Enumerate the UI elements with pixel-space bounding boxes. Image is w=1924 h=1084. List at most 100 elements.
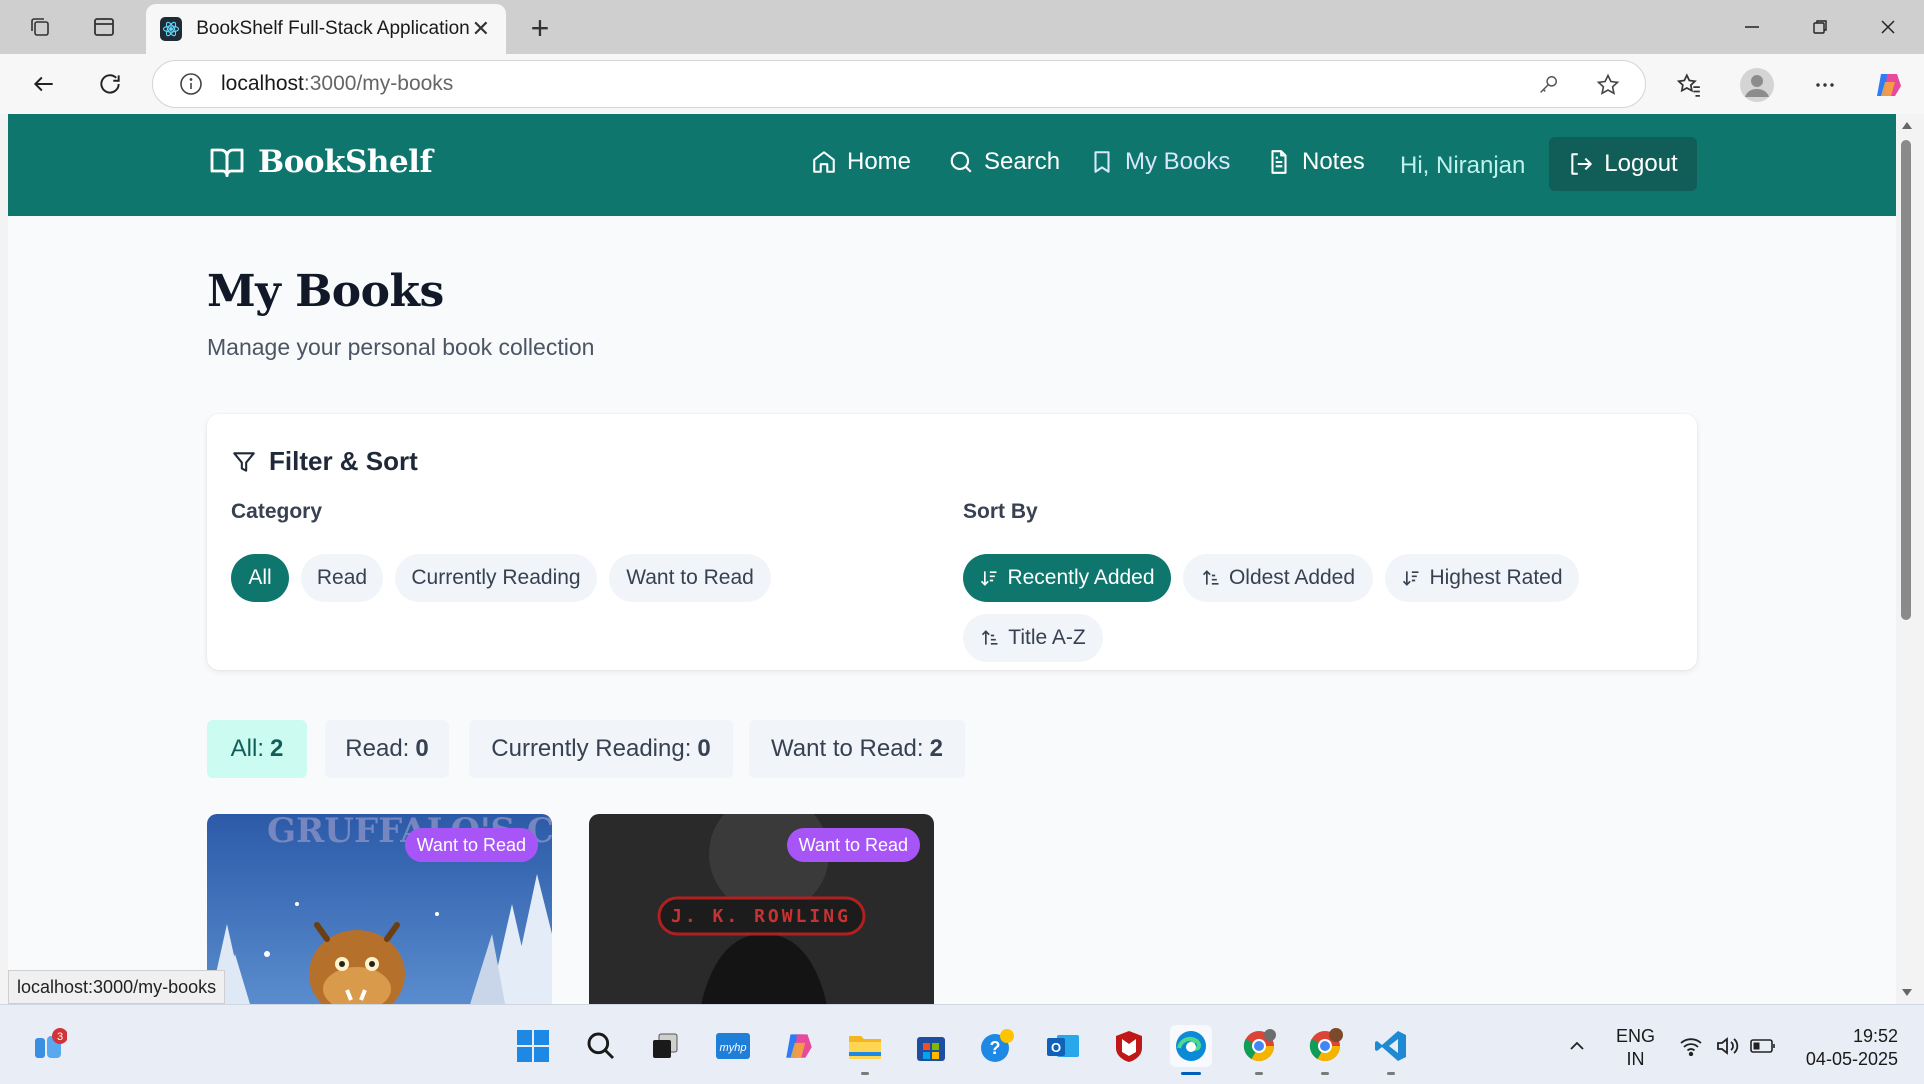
new-tab-icon[interactable]: + xyxy=(522,10,558,46)
favorite-star-icon[interactable] xyxy=(1593,70,1623,100)
chrome-icon[interactable] xyxy=(1238,1025,1280,1075)
sort-title-az-label: Title A-Z xyxy=(1008,626,1086,649)
filter-sort-card: Filter & Sort Category All Read Currentl… xyxy=(207,414,1697,670)
restore-icon[interactable] xyxy=(1790,8,1850,46)
category-read-button[interactable]: Read xyxy=(301,554,383,602)
minimize-icon[interactable] xyxy=(1722,8,1782,46)
filter-title-text: Filter & Sort xyxy=(269,446,418,476)
language-code: ENG xyxy=(1616,1026,1656,1046)
book-status-badge: Want to Read xyxy=(404,828,538,862)
microsoft-store-icon[interactable] xyxy=(910,1025,952,1067)
edge-browser-icon[interactable] xyxy=(1170,1025,1212,1075)
scroll-up-arrow-icon[interactable] xyxy=(1901,120,1913,130)
file-explorer-icon[interactable] xyxy=(844,1025,886,1075)
active-tab[interactable]: BookShelf Full-Stack Application ✕ xyxy=(146,4,506,54)
myhp-icon[interactable]: myhp xyxy=(712,1025,754,1067)
stat-want-to-read-count: 2 xyxy=(929,735,943,762)
stat-currently-reading-tab[interactable]: Currently Reading: 0 xyxy=(469,720,733,778)
brand-name: BookShelf xyxy=(258,144,433,180)
logout-button[interactable]: Logout xyxy=(1549,137,1697,191)
region-code: IN xyxy=(1626,1049,1645,1069)
back-arrow-icon[interactable] xyxy=(24,64,64,104)
app-navbar: BookShelf Home Search My Books Notes Hi,… xyxy=(8,114,1896,216)
favorites-icon[interactable] xyxy=(1670,66,1708,104)
stat-read-count: 0 xyxy=(415,735,429,762)
start-windows-icon[interactable] xyxy=(512,1025,554,1067)
nav-search-label: Search xyxy=(984,148,1061,175)
sort-oldest-added-label: Oldest Added xyxy=(1228,566,1356,589)
refresh-icon[interactable] xyxy=(90,64,130,104)
open-book-icon xyxy=(210,148,244,177)
scroll-down-arrow-icon[interactable] xyxy=(1901,988,1913,998)
task-view-icon[interactable] xyxy=(644,1025,686,1067)
stat-all-label: All: xyxy=(230,735,264,762)
outlook-icon[interactable]: O xyxy=(1042,1025,1084,1067)
stat-want-to-read-tab[interactable]: Want to Read: 2 xyxy=(749,720,965,778)
vertical-tabs-icon[interactable] xyxy=(88,12,120,42)
url-path: :3000/my-books xyxy=(303,72,454,95)
show-hidden-icons-chevron-icon[interactable] xyxy=(1556,1025,1598,1067)
profile-avatar-icon[interactable] xyxy=(1738,66,1776,104)
close-tab-icon[interactable]: ✕ xyxy=(470,16,492,42)
running-indicator xyxy=(1181,1072,1201,1075)
page-title: My Books xyxy=(207,266,444,317)
cover-author-text: J. K. ROWLING xyxy=(671,906,851,927)
category-want-to-read-button[interactable]: Want to Read xyxy=(609,554,771,602)
tab-title: BookShelf Full-Stack Application xyxy=(196,18,470,39)
windows-taskbar: 3 myhp ? O ENG IN 19:52 04-05-2025 xyxy=(0,1004,1924,1084)
running-indicator xyxy=(1387,1072,1395,1075)
site-info-icon[interactable] xyxy=(179,72,203,96)
filter-title: Filter & Sort xyxy=(231,446,418,477)
book-status-badge: Want to Read xyxy=(786,828,920,862)
clock[interactable]: 19:52 04-05-2025 xyxy=(1798,1025,1898,1071)
chrome-profile-icon[interactable] xyxy=(1304,1025,1346,1075)
category-all-button[interactable]: All xyxy=(231,554,289,602)
sort-recently-added-button[interactable]: Recently Added xyxy=(963,554,1171,602)
copilot-icon[interactable] xyxy=(1870,66,1908,104)
copilot-app-icon[interactable] xyxy=(778,1025,820,1067)
more-options-icon[interactable] xyxy=(1806,66,1844,104)
nav-search[interactable]: Search xyxy=(948,148,1060,176)
vscode-icon[interactable] xyxy=(1370,1025,1412,1075)
taskbar-search-icon[interactable] xyxy=(580,1025,622,1067)
nav-home[interactable]: Home xyxy=(811,148,911,176)
stat-want-to-read-label: Want to Read: xyxy=(771,735,924,762)
nav-notes-label: Notes xyxy=(1302,148,1365,175)
input-language-indicator[interactable]: ENG IN xyxy=(1616,1025,1655,1071)
url-text[interactable]: localhost:3000/my-books xyxy=(221,72,453,96)
page-scrollbar[interactable] xyxy=(1896,114,1918,1004)
nav-my-books-label: My Books xyxy=(1125,148,1231,175)
logout-icon xyxy=(1571,153,1593,175)
stat-currently-reading-count: 0 xyxy=(697,735,711,762)
password-key-icon[interactable] xyxy=(1533,70,1563,100)
address-bar[interactable]: localhost:3000/my-books xyxy=(152,60,1646,108)
close-window-icon[interactable] xyxy=(1858,8,1918,46)
sort-descending-icon xyxy=(981,571,997,586)
document-icon xyxy=(1271,150,1287,174)
workspaces-icon[interactable] xyxy=(24,12,56,42)
running-indicator xyxy=(861,1072,869,1075)
brand-logo[interactable]: BookShelf xyxy=(208,144,433,180)
mcafee-icon[interactable] xyxy=(1108,1025,1150,1067)
notification-badge: 3 xyxy=(57,1031,63,1043)
category-currently-reading-button[interactable]: Currently Reading xyxy=(395,554,597,602)
stat-all-tab[interactable]: All: 2 xyxy=(207,720,307,778)
sort-descending-icon xyxy=(1403,571,1419,586)
book-card[interactable]: J. K. ROWLING Want to Read xyxy=(589,814,934,1004)
search-icon xyxy=(950,151,972,173)
sort-title-az-button[interactable]: Title A-Z xyxy=(963,614,1103,662)
scroll-thumb[interactable] xyxy=(1901,140,1911,620)
sort-oldest-added-button[interactable]: Oldest Added xyxy=(1183,554,1373,602)
filter-funnel-icon xyxy=(233,451,255,472)
widgets-icon[interactable]: 3 xyxy=(28,1025,70,1067)
sort-highest-rated-button[interactable]: Highest Rated xyxy=(1385,554,1579,602)
get-help-icon[interactable]: ? xyxy=(976,1025,1018,1067)
svg-text:O: O xyxy=(1051,1040,1061,1055)
nav-notes[interactable]: Notes xyxy=(1266,148,1365,176)
link-status-bar: localhost:3000/my-books xyxy=(8,970,226,1004)
nav-home-label: Home xyxy=(847,148,912,175)
book-card[interactable]: GRUFFALO'S CHILD Want to Read xyxy=(207,814,552,1004)
battery-icon[interactable] xyxy=(1742,1025,1784,1067)
stat-read-tab[interactable]: Read: 0 xyxy=(325,720,449,778)
nav-my-books[interactable]: My Books xyxy=(1089,148,1230,176)
